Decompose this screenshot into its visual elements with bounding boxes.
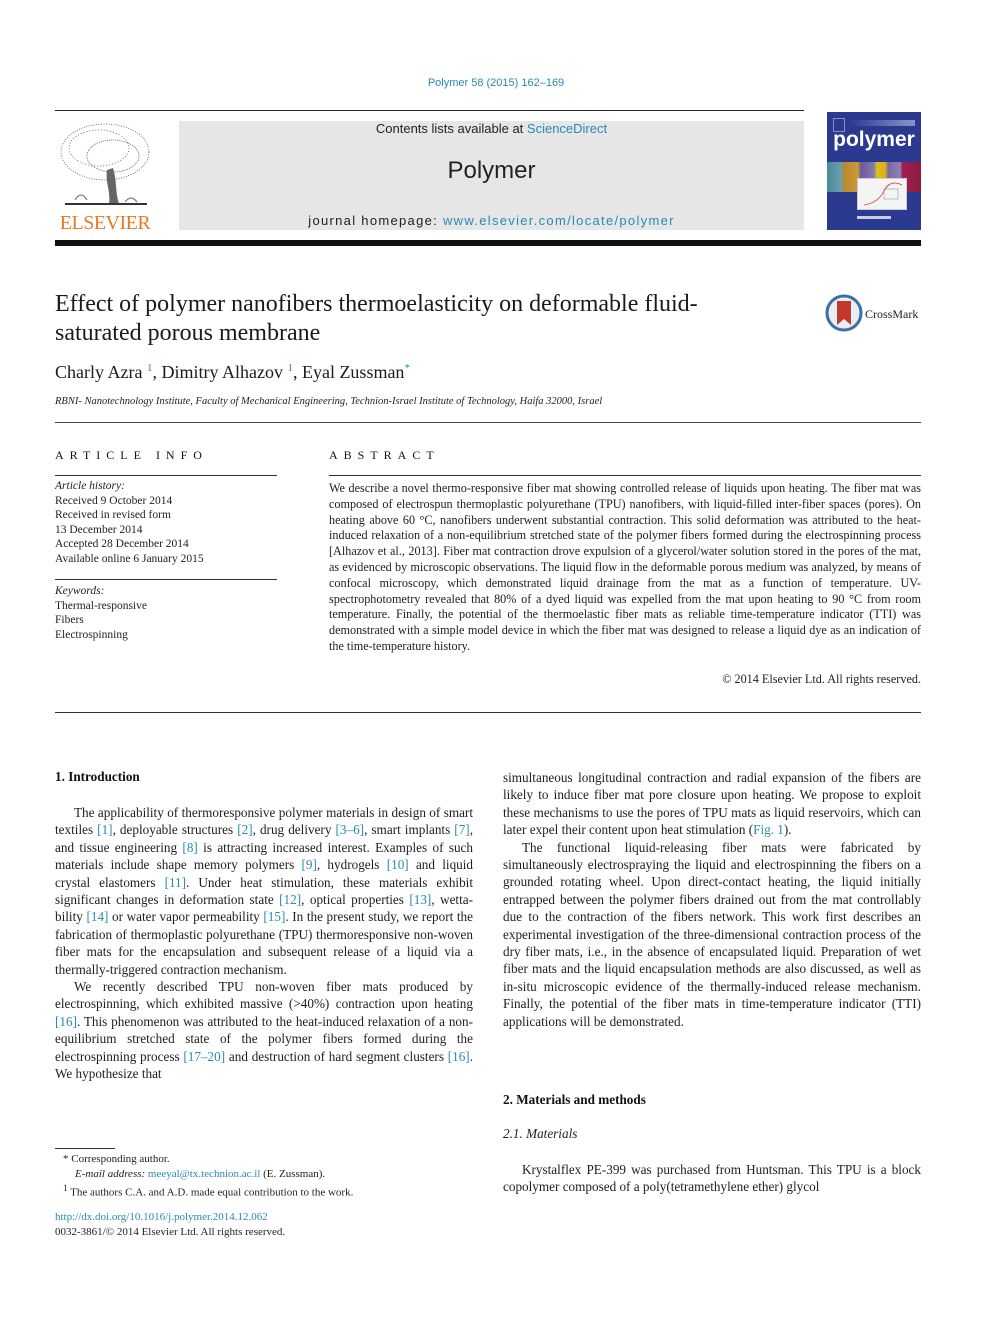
reference-link[interactable]: [17–20] bbox=[183, 1049, 225, 1064]
header-thick-rule bbox=[55, 240, 921, 246]
sciencedirect-link[interactable]: ScienceDirect bbox=[527, 121, 607, 136]
right-column: simultaneous longitudinal contraction an… bbox=[503, 769, 921, 1030]
history-entry: Accepted 28 December 2014 bbox=[55, 538, 189, 550]
reference-link[interactable]: [3–6] bbox=[335, 822, 364, 837]
section-heading-materials-methods: 2. Materials and methods bbox=[503, 1092, 646, 1107]
history-entry: Available online 6 January 2015 bbox=[55, 552, 204, 565]
reference-link[interactable]: [16] bbox=[448, 1049, 470, 1064]
abstract-heading: ABSTRACT bbox=[329, 448, 440, 462]
article-history: Article history: Received 9 October 2014… bbox=[55, 479, 277, 566]
abstract-text: We describe a novel thermo-responsive fi… bbox=[329, 481, 921, 653]
equal-contribution-text: The authors C.A. and A.D. made equal con… bbox=[70, 1186, 354, 1199]
cover-editor-line bbox=[857, 216, 891, 219]
section-heading-introduction: 1. Introduction bbox=[55, 769, 140, 784]
cover-stripe bbox=[849, 120, 915, 126]
reference-link[interactable]: [10] bbox=[387, 857, 409, 872]
paragraph: The applicability of thermoresponsive po… bbox=[55, 805, 474, 977]
author-name: Dimitry Alhazov bbox=[161, 362, 283, 382]
doi-link[interactable]: http://dx.doi.org/10.1016/j.polymer.2014… bbox=[55, 1211, 268, 1223]
paragraph: Krystalflex PE-399 was purchased from Hu… bbox=[503, 1162, 921, 1195]
footnote-mark: 1 bbox=[63, 1183, 68, 1193]
reference-link[interactable]: Fig. 1 bbox=[753, 822, 784, 837]
reference-link[interactable]: [11] bbox=[165, 875, 186, 890]
article-info-rule bbox=[55, 475, 277, 476]
reference-link[interactable]: [7] bbox=[454, 822, 469, 837]
header-rule bbox=[55, 110, 804, 111]
contents-line: Contents lists available at ScienceDirec… bbox=[179, 121, 804, 136]
email-note: E-mail address: meeyal@tx.technion.ac.il… bbox=[55, 1167, 353, 1182]
email-label: E-mail address: bbox=[75, 1167, 148, 1180]
article-info-heading: ARTICLE INFO bbox=[55, 448, 208, 462]
abstract-rule bbox=[329, 475, 921, 476]
elsevier-wordmark: ELSEVIER bbox=[59, 212, 151, 234]
reference-link[interactable]: [9] bbox=[301, 857, 316, 872]
keyword: Thermal-responsive bbox=[55, 599, 147, 612]
footnote-rule bbox=[55, 1148, 115, 1149]
abstract-end-rule bbox=[55, 712, 921, 713]
history-entry: Received in revised form bbox=[55, 509, 171, 521]
keywords-rule bbox=[55, 579, 277, 580]
reference-link[interactable]: [15] bbox=[263, 909, 285, 924]
article-title: Effect of polymer nanofibers thermoelast… bbox=[55, 291, 698, 346]
corresponding-author-mark[interactable]: * bbox=[404, 362, 410, 374]
paragraph: We recently described TPU non-woven fibe… bbox=[55, 979, 473, 1082]
author[interactable]: Eyal Zussman* bbox=[302, 362, 410, 382]
reference-link[interactable]: [8] bbox=[182, 840, 197, 855]
email-link[interactable]: meeyal@tx.technion.ac.il bbox=[148, 1168, 260, 1180]
equal-contribution-note: 1 The authors C.A. and A.D. made equal c… bbox=[55, 1181, 353, 1200]
materials-text: Krystalflex PE-399 was purchased from Hu… bbox=[503, 1161, 921, 1196]
cover-figure-inset bbox=[857, 178, 907, 210]
issn-copyright: 0032-3861/© 2014 Elsevier Ltd. All right… bbox=[55, 1226, 286, 1238]
crossmark-button[interactable]: CrossMark bbox=[825, 294, 925, 334]
left-column: The applicability of thermoresponsive po… bbox=[55, 804, 473, 1083]
keyword: Fibers bbox=[55, 614, 84, 626]
paragraph: The functional liquid-releasing fiber ma… bbox=[503, 839, 921, 1029]
keywords-label: Keywords: bbox=[55, 585, 105, 597]
author[interactable]: Dimitry Alhazov 1, bbox=[161, 362, 301, 382]
history-entry: Received 9 October 2014 bbox=[55, 494, 173, 507]
cover-title: polymer bbox=[833, 128, 915, 151]
affiliation-rule bbox=[55, 422, 921, 423]
reference-link[interactable]: [16] bbox=[55, 1014, 77, 1029]
article-history-label: Article history: bbox=[55, 480, 125, 492]
homepage-line: journal homepage: www.elsevier.com/locat… bbox=[179, 213, 804, 228]
author[interactable]: Charly Azra 1, bbox=[55, 362, 161, 382]
author-list: Charly Azra 1, Dimitry Alhazov 1, Eyal Z… bbox=[55, 362, 410, 383]
author-affiliation: RBNI- Nanotechnology Institute, Faculty … bbox=[55, 396, 603, 407]
author-name: Eyal Zussman bbox=[301, 362, 405, 382]
email-suffix: (E. Zussman). bbox=[260, 1167, 326, 1180]
footnotes: * Corresponding author. E-mail address: … bbox=[55, 1152, 353, 1200]
journal-cover-image: polymer bbox=[827, 112, 921, 230]
reference-link[interactable]: [12] bbox=[279, 892, 301, 907]
journal-name: Polymer bbox=[447, 157, 536, 184]
author-name: Charly Azra bbox=[55, 362, 143, 382]
paragraph: simultaneous longitudinal contraction an… bbox=[503, 770, 921, 838]
homepage-link[interactable]: www.elsevier.com/locate/polymer bbox=[443, 213, 675, 228]
contents-prefix: Contents lists available at bbox=[375, 121, 527, 136]
keywords: Keywords: Thermal-responsive Fibers Elec… bbox=[55, 584, 277, 642]
author-separator: , bbox=[292, 362, 302, 382]
history-entry: 13 December 2014 bbox=[55, 523, 143, 536]
corresponding-author-note: * Corresponding author. bbox=[63, 1153, 170, 1165]
keyword: Electrospinning bbox=[55, 628, 128, 641]
crossmark-label: CrossMark bbox=[865, 307, 919, 321]
journal-citation-link[interactable]: Polymer 58 (2015) 162–169 bbox=[0, 77, 992, 89]
reference-link[interactable]: [14] bbox=[86, 909, 108, 924]
abstract-copyright: © 2014 Elsevier Ltd. All rights reserved… bbox=[722, 672, 921, 686]
reference-link[interactable]: [1] bbox=[97, 822, 112, 837]
subsection-heading-materials: 2.1. Materials bbox=[503, 1126, 578, 1141]
reference-link[interactable]: [13] bbox=[409, 892, 431, 907]
crossmark-icon bbox=[825, 294, 863, 332]
homepage-prefix: journal homepage: bbox=[308, 213, 443, 228]
reference-link[interactable]: [2] bbox=[237, 822, 252, 837]
